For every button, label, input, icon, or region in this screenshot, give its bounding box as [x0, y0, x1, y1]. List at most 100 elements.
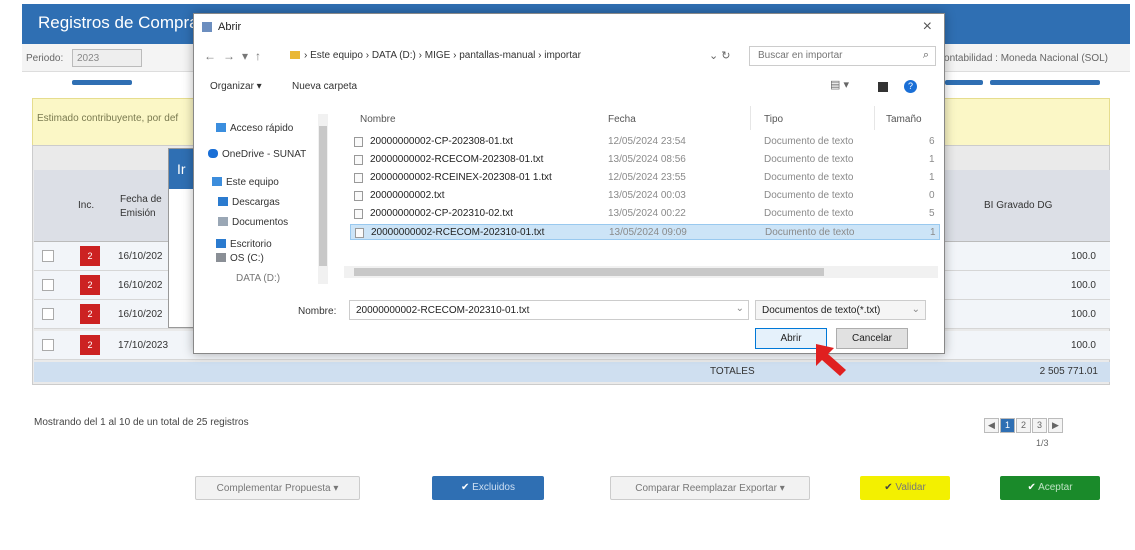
next-page-icon[interactable]: ▶	[1048, 418, 1063, 433]
file-date: 13/05/2024 00:03	[608, 190, 686, 201]
file-date: 13/05/2024 09:09	[609, 227, 687, 238]
nav-this-pc[interactable]: Este equipo	[212, 177, 279, 188]
row-checkbox[interactable]	[42, 308, 54, 320]
file-list: Nombre Fecha Tipo Tamaño 20000000002-CP-…	[344, 106, 940, 286]
filter-label: Documentos de texto(*.txt)	[762, 305, 881, 316]
col-name[interactable]: Nombre	[360, 114, 396, 125]
address-bar: ←→▾↑ › Este equipo › DATA (D:) › MIGE › …	[194, 42, 944, 70]
chevron-down-icon[interactable]: ⌄	[736, 303, 744, 314]
file-size: 6	[929, 136, 935, 147]
col-emision: Emisión	[120, 208, 156, 219]
star-icon	[216, 123, 226, 132]
text-file-icon	[355, 228, 364, 238]
filename-field[interactable]: ⌄	[349, 300, 749, 320]
scrollbar-thumb[interactable]	[354, 268, 824, 276]
col-size[interactable]: Tamaño	[886, 114, 922, 125]
file-row[interactable]: 20000000002.txt 13/05/2024 00:03 Documen…	[350, 188, 940, 204]
download-icon	[218, 197, 228, 206]
file-size: 1	[929, 172, 935, 183]
preview-pane-icon[interactable]	[878, 82, 888, 92]
file-name: 20000000002-RCECOM-202308-01.txt	[370, 154, 544, 165]
app-title: Registros de Compras	[38, 13, 208, 32]
excluidos-label: Excluidos	[472, 482, 515, 493]
file-name: 20000000002-RCEINEX-202308-01 1.txt	[370, 172, 552, 183]
filename-input[interactable]	[354, 304, 724, 317]
dialog-titlebar: Abrir ×	[194, 14, 944, 42]
excluidos-button[interactable]: ✔ Excluidos	[432, 476, 544, 500]
totals-amount: 2 505 771.01	[1039, 366, 1098, 377]
col-inc[interactable]: Inc.	[78, 200, 94, 211]
row-checkbox[interactable]	[42, 279, 54, 291]
page-3[interactable]: 3	[1032, 418, 1047, 433]
search-field[interactable]: ⌕	[749, 46, 936, 66]
scrollbar-thumb[interactable]	[319, 126, 327, 266]
file-row[interactable]: 20000000002-CP-202310-02.txt 13/05/2024 …	[350, 206, 940, 222]
file-type-filter[interactable]: Documentos de texto(*.txt) ⌄	[755, 300, 926, 320]
inc-badge[interactable]: 2	[80, 304, 100, 324]
col-separator	[874, 106, 875, 130]
nav-label: OneDrive - SUNAT	[222, 149, 307, 160]
page-1[interactable]: 1	[1000, 418, 1015, 433]
view-options-icon[interactable]: ▤ ▾	[830, 78, 849, 91]
filename-label: Nombre:	[298, 306, 337, 317]
period-select[interactable]: 2023	[72, 49, 142, 67]
chevron-down-icon[interactable]: ⌄	[912, 304, 920, 315]
search-input[interactable]	[756, 49, 906, 62]
nav-onedrive[interactable]: OneDrive - SUNAT	[208, 149, 306, 160]
file-row-selected[interactable]: 20000000002-RCECOM-202310-01.txt 13/05/2…	[350, 224, 940, 240]
col-date[interactable]: Fecha	[608, 114, 636, 125]
comparar-button[interactable]: Comparar Reemplazar Exportar ▾	[610, 476, 810, 500]
file-name: 20000000002.txt	[370, 190, 445, 201]
nav-quick-access[interactable]: Acceso rápido	[216, 123, 293, 134]
col-fecha[interactable]: Fecha de	[120, 194, 162, 205]
prev-page-icon[interactable]: ◀	[984, 418, 999, 433]
tab-indicator	[945, 80, 983, 85]
organize-menu[interactable]: Organizar ▾	[210, 81, 262, 92]
nav-desktop[interactable]: Escritorio	[216, 239, 272, 250]
close-icon[interactable]: ×	[923, 18, 932, 36]
row-amount: 100.0	[1070, 340, 1096, 351]
nav-arrows[interactable]: ←→▾↑	[204, 49, 268, 63]
check-icon: ✔	[461, 482, 470, 493]
open-file-dialog: Abrir × ←→▾↑ › Este equipo › DATA (D:) ›…	[193, 13, 945, 354]
comparar-label: Comparar Reemplazar Exportar	[635, 483, 777, 494]
inc-badge[interactable]: 2	[80, 246, 100, 266]
file-row[interactable]: 20000000002-RCECOM-202308-01.txt 13/05/2…	[350, 152, 940, 168]
row-date: 16/10/202	[118, 251, 163, 262]
file-size: 1	[930, 227, 936, 238]
row-checkbox[interactable]	[42, 250, 54, 262]
file-row[interactable]: 20000000002-CP-202308-01.txt 12/05/2024 …	[350, 134, 940, 150]
file-row[interactable]: 20000000002-RCEINEX-202308-01 1.txt 12/0…	[350, 170, 940, 186]
refresh-icon[interactable]: ⌄ ↻	[709, 49, 731, 62]
col-bi-gravado[interactable]: BI Gravado DG	[984, 200, 1052, 211]
file-type: Documento de texto	[764, 136, 854, 147]
text-file-icon	[354, 173, 363, 183]
row-date: 16/10/202	[118, 309, 163, 320]
inc-badge[interactable]: 2	[80, 275, 100, 295]
nav-downloads[interactable]: Descargas	[218, 197, 280, 208]
aceptar-button[interactable]: ✔ Aceptar	[1000, 476, 1100, 500]
inc-badge[interactable]: 2	[80, 335, 100, 355]
pagination: ◀ 1 2 3 ▶	[984, 418, 1064, 434]
page-2[interactable]: 2	[1016, 418, 1031, 433]
row-checkbox[interactable]	[42, 339, 54, 351]
text-file-icon	[354, 137, 363, 147]
nav-label: Descargas	[232, 197, 280, 208]
document-icon	[218, 217, 228, 226]
help-icon[interactable]: ?	[904, 80, 917, 93]
new-folder-button[interactable]: Nueva carpeta	[292, 81, 357, 92]
row-date: 17/10/2023	[118, 340, 169, 351]
file-list-scrollbar[interactable]	[344, 266, 938, 278]
complementar-button[interactable]: Complementar Propuesta ▾	[195, 476, 360, 500]
validar-button[interactable]: ✔ Validar	[860, 476, 950, 500]
search-icon[interactable]: ⌕	[923, 49, 929, 62]
file-name: 20000000002-CP-202308-01.txt	[370, 136, 513, 147]
nav-data-d[interactable]: DATA (D:)	[236, 273, 280, 284]
col-type[interactable]: Tipo	[764, 114, 783, 125]
nav-scrollbar[interactable]	[318, 114, 328, 284]
tab-indicator	[72, 80, 132, 85]
nav-os-c[interactable]: OS (C:)	[216, 253, 264, 264]
file-size: 0	[929, 190, 935, 201]
breadcrumb[interactable]: › Este equipo › DATA (D:) › MIGE › panta…	[304, 50, 581, 61]
nav-documents[interactable]: Documentos	[218, 217, 288, 228]
